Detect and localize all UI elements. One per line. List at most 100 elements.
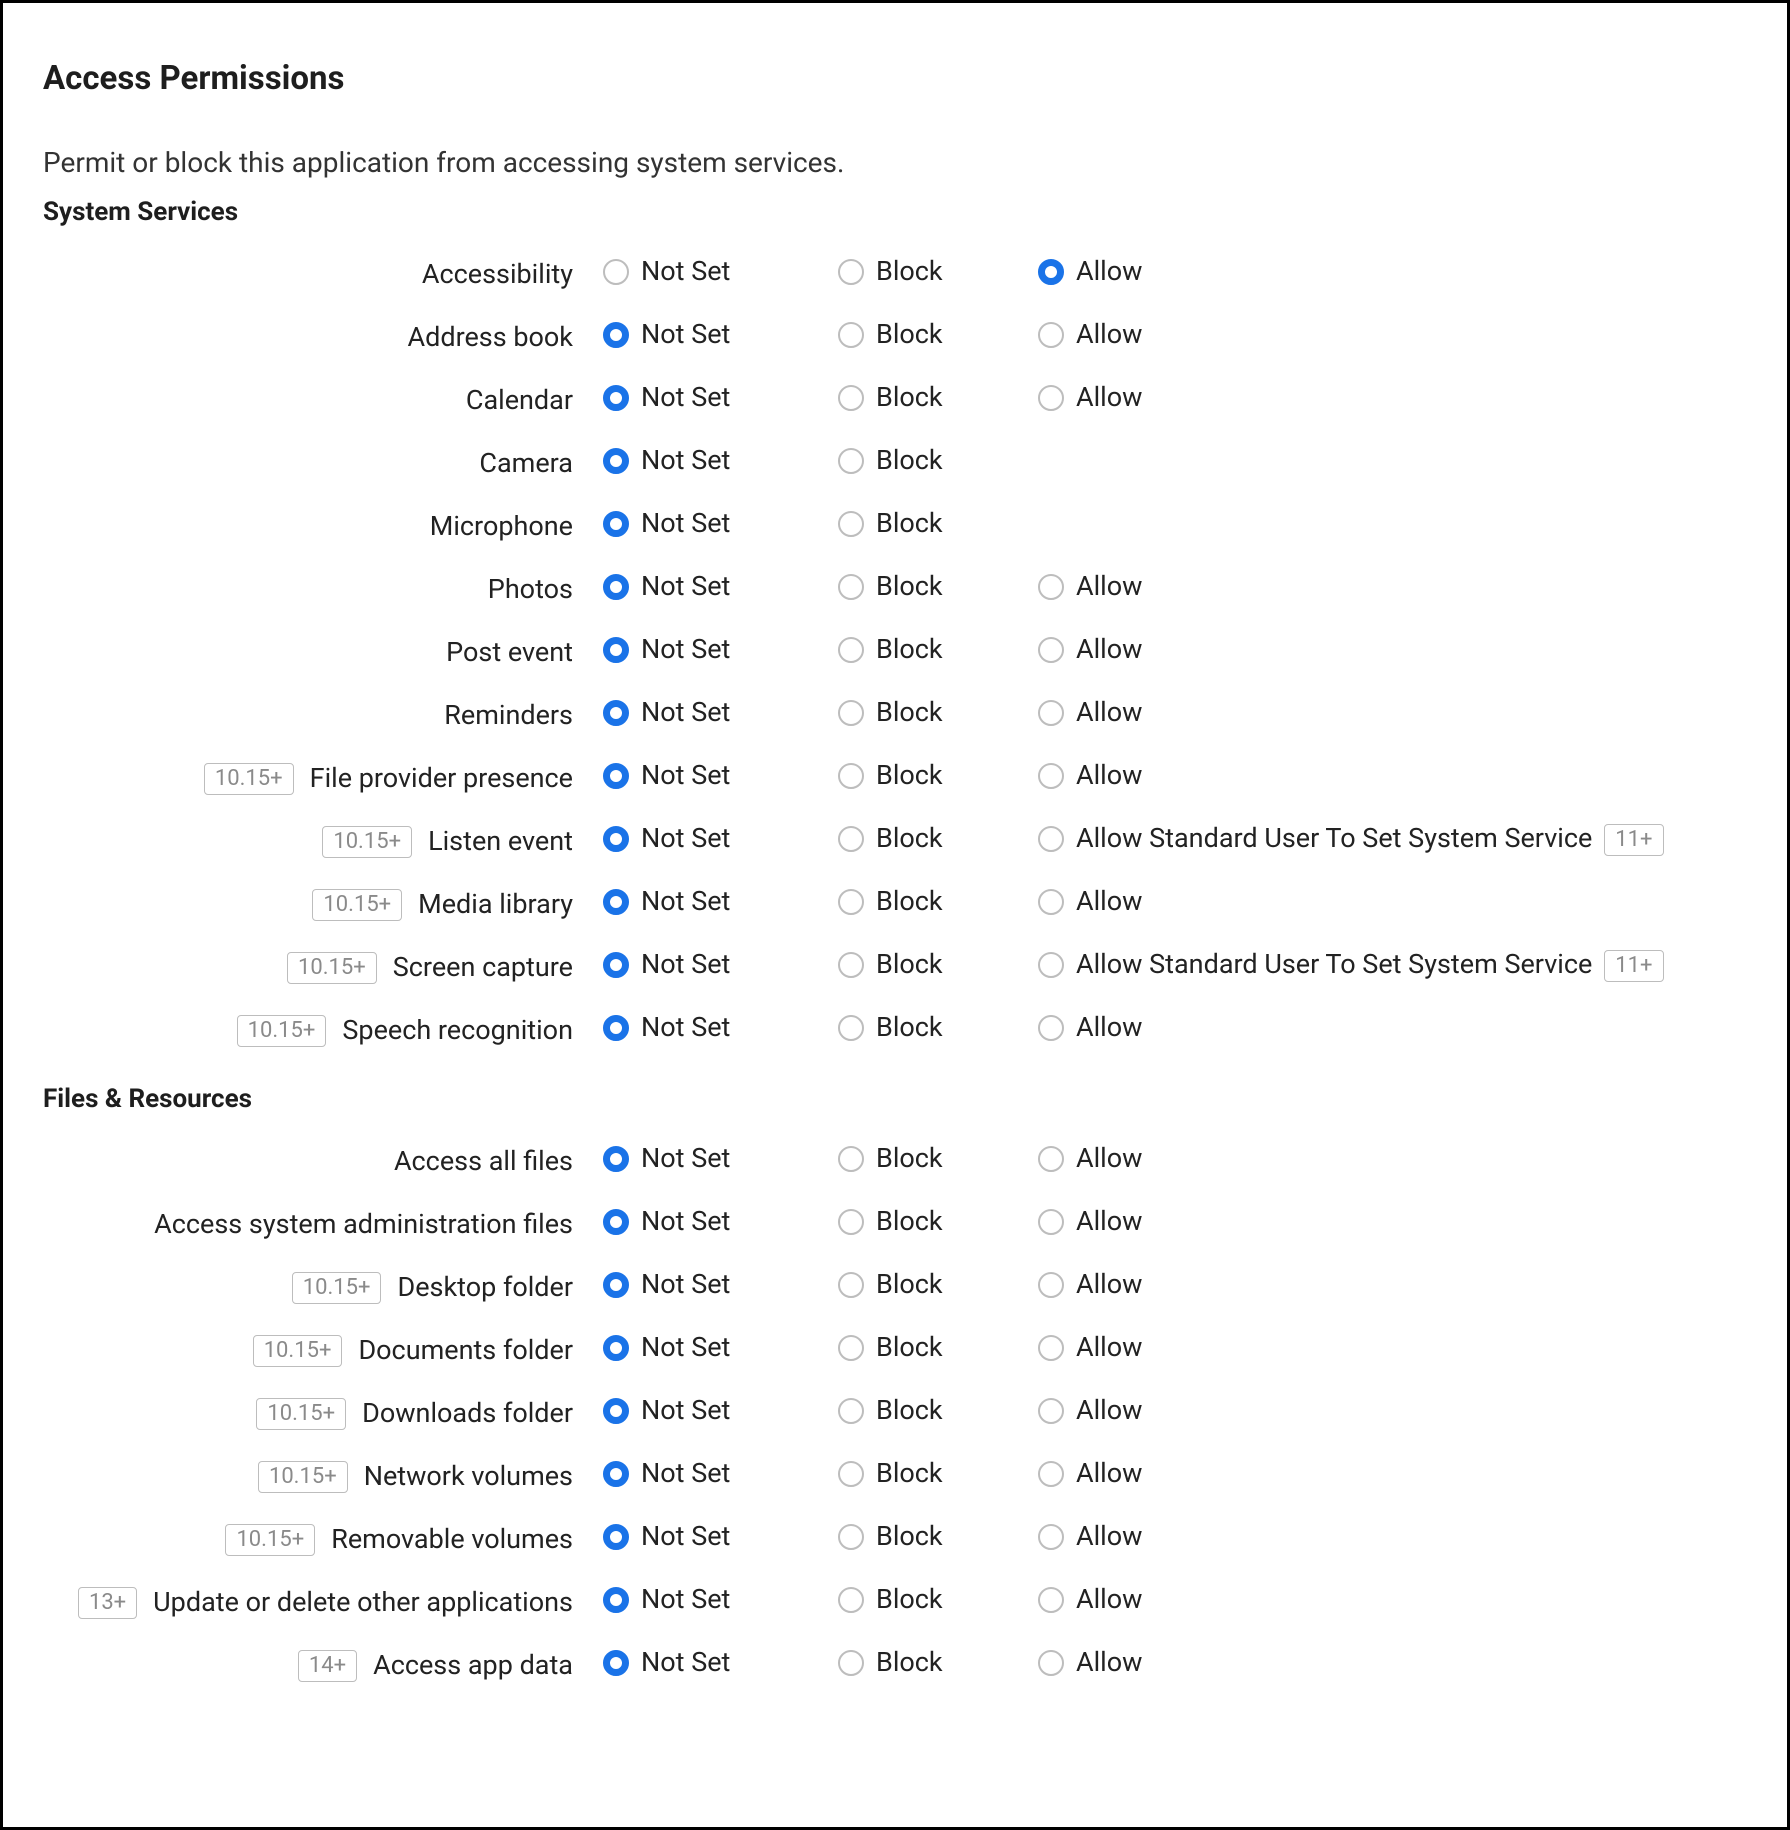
option-allow: Allow (1038, 377, 1747, 415)
permission-row-access-app-data: 14+Access app dataNot SetBlockAllow (43, 1638, 1747, 1701)
option-label-block: Block (876, 1583, 943, 1617)
radio-allow-update-delete-other-apps[interactable] (1038, 1587, 1064, 1613)
radio-block-access-all-files[interactable] (838, 1146, 864, 1172)
radio-allow-reminders[interactable] (1038, 700, 1064, 726)
permission-row-address-book: Address bookNot SetBlockAllow (43, 310, 1747, 373)
permission-label-cell: 10.15+Listen event (43, 818, 603, 859)
option-label-block: Block (876, 1268, 943, 1302)
radio-allow-network-volumes[interactable] (1038, 1461, 1064, 1487)
option-block: Block (838, 1264, 1038, 1302)
radio-allow-listen-event[interactable] (1038, 826, 1064, 852)
option-block: Block (838, 818, 1038, 856)
radio-block-camera[interactable] (838, 448, 864, 474)
radio-allow-media-library[interactable] (1038, 889, 1064, 915)
option-label-block: Block (876, 444, 943, 478)
radio-block-address-book[interactable] (838, 322, 864, 348)
radio-allow-file-provider-presence[interactable] (1038, 763, 1064, 789)
radio-block-reminders[interactable] (838, 700, 864, 726)
radio-not-set-photos[interactable] (603, 574, 629, 600)
radio-allow-accessibility[interactable] (1038, 259, 1064, 285)
radio-not-set-camera[interactable] (603, 448, 629, 474)
radio-allow-screen-capture[interactable] (1038, 952, 1064, 978)
radio-block-photos[interactable] (838, 574, 864, 600)
page-title: Access Permissions (43, 59, 1747, 98)
radio-not-set-speech-recognition[interactable] (603, 1015, 629, 1041)
permission-label: Post event (446, 635, 573, 670)
option-not-set: Not Set (603, 440, 838, 478)
radio-block-desktop-folder[interactable] (838, 1272, 864, 1298)
radio-not-set-network-volumes[interactable] (603, 1461, 629, 1487)
radio-not-set-removable-volumes[interactable] (603, 1524, 629, 1550)
option-label-block: Block (876, 1205, 943, 1239)
option-label-allow: Allow (1076, 1011, 1142, 1045)
radio-block-media-library[interactable] (838, 889, 864, 915)
radio-not-set-listen-event[interactable] (603, 826, 629, 852)
option-label-allow: Allow (1076, 1205, 1142, 1239)
option-label-block: Block (876, 1646, 943, 1680)
option-label-not-set: Not Set (641, 444, 730, 478)
radio-block-update-delete-other-apps[interactable] (838, 1587, 864, 1613)
radio-not-set-post-event[interactable] (603, 637, 629, 663)
option-allow: Allow (1038, 1453, 1747, 1491)
permission-row-accessibility: AccessibilityNot SetBlockAllow (43, 247, 1747, 310)
radio-allow-photos[interactable] (1038, 574, 1064, 600)
option-label-not-set: Not Set (641, 1205, 730, 1239)
radio-not-set-update-delete-other-apps[interactable] (603, 1587, 629, 1613)
radio-not-set-accessibility[interactable] (603, 259, 629, 285)
option-not-set: Not Set (603, 755, 838, 793)
radio-block-screen-capture[interactable] (838, 952, 864, 978)
radio-not-set-calendar[interactable] (603, 385, 629, 411)
radio-not-set-reminders[interactable] (603, 700, 629, 726)
option-label-block: Block (876, 570, 943, 604)
radio-not-set-documents-folder[interactable] (603, 1335, 629, 1361)
radio-allow-post-event[interactable] (1038, 637, 1064, 663)
option-allow: Allow (1038, 629, 1747, 667)
radio-not-set-microphone[interactable] (603, 511, 629, 537)
radio-not-set-screen-capture[interactable] (603, 952, 629, 978)
radio-block-calendar[interactable] (838, 385, 864, 411)
radio-block-listen-event[interactable] (838, 826, 864, 852)
radio-not-set-media-library[interactable] (603, 889, 629, 915)
option-label-allow: Allow (1076, 1331, 1142, 1365)
permission-row-calendar: CalendarNot SetBlockAllow (43, 373, 1747, 436)
radio-block-downloads-folder[interactable] (838, 1398, 864, 1424)
option-not-set: Not Set (603, 692, 838, 730)
radio-allow-downloads-folder[interactable] (1038, 1398, 1064, 1424)
radio-allow-removable-volumes[interactable] (1038, 1524, 1064, 1550)
permission-label: Removable volumes (331, 1522, 573, 1557)
radio-not-set-access-app-data[interactable] (603, 1650, 629, 1676)
radio-block-documents-folder[interactable] (838, 1335, 864, 1361)
radio-not-set-access-all-files[interactable] (603, 1146, 629, 1172)
version-badge: 10.15+ (256, 1398, 346, 1430)
radio-allow-access-app-data[interactable] (1038, 1650, 1064, 1676)
radio-block-removable-volumes[interactable] (838, 1524, 864, 1550)
radio-not-set-desktop-folder[interactable] (603, 1272, 629, 1298)
radio-not-set-downloads-folder[interactable] (603, 1398, 629, 1424)
radio-allow-speech-recognition[interactable] (1038, 1015, 1064, 1041)
permission-row-documents-folder: 10.15+Documents folderNot SetBlockAllow (43, 1323, 1747, 1386)
radio-block-post-event[interactable] (838, 637, 864, 663)
option-label-block: Block (876, 381, 943, 415)
radio-block-access-app-data[interactable] (838, 1650, 864, 1676)
radio-allow-access-system-admin-files[interactable] (1038, 1209, 1064, 1235)
radio-block-speech-recognition[interactable] (838, 1015, 864, 1041)
radio-allow-access-all-files[interactable] (1038, 1146, 1064, 1172)
radio-block-file-provider-presence[interactable] (838, 763, 864, 789)
option-label-block: Block (876, 885, 943, 919)
option-label-allow: Allow (1076, 633, 1142, 667)
radio-allow-desktop-folder[interactable] (1038, 1272, 1064, 1298)
option-label-not-set: Not Set (641, 1457, 730, 1491)
radio-block-network-volumes[interactable] (838, 1461, 864, 1487)
option-block: Block (838, 1642, 1038, 1680)
radio-block-accessibility[interactable] (838, 259, 864, 285)
radio-allow-address-book[interactable] (1038, 322, 1064, 348)
radio-block-microphone[interactable] (838, 511, 864, 537)
radio-block-access-system-admin-files[interactable] (838, 1209, 864, 1235)
radio-not-set-file-provider-presence[interactable] (603, 763, 629, 789)
radio-allow-calendar[interactable] (1038, 385, 1064, 411)
option-allow: Allow (1038, 1264, 1747, 1302)
radio-not-set-address-book[interactable] (603, 322, 629, 348)
option-label-allow: Allow Standard User To Set System Servic… (1076, 948, 1592, 982)
radio-not-set-access-system-admin-files[interactable] (603, 1209, 629, 1235)
radio-allow-documents-folder[interactable] (1038, 1335, 1064, 1361)
